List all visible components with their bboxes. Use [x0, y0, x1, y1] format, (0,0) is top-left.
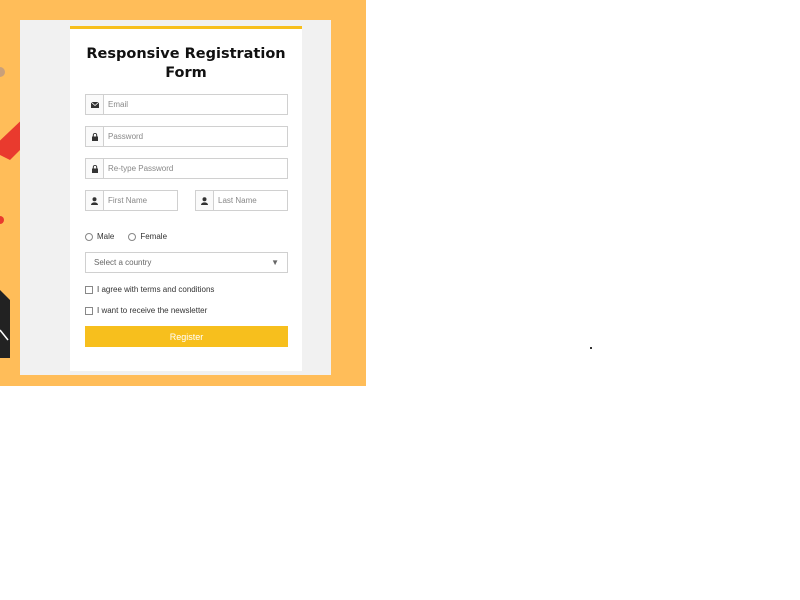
first-name-field-wrapper [85, 190, 178, 211]
newsletter-checkbox[interactable] [85, 306, 93, 315]
newsletter-checkbox-row[interactable]: I want to receive the newsletter [85, 306, 207, 315]
gender-option-female[interactable]: Female [128, 232, 167, 241]
form-title: Responsive Registration Form [86, 46, 286, 81]
last-name-field-wrapper [195, 190, 288, 211]
password-field-wrapper [85, 126, 288, 147]
user-icon [86, 191, 104, 210]
retype-password-field-wrapper [85, 158, 288, 179]
country-select-value: Select a country [94, 258, 152, 267]
first-name-input[interactable] [104, 191, 177, 210]
password-input[interactable] [104, 127, 287, 146]
terms-checkbox-row[interactable]: I agree with terms and conditions [85, 285, 214, 294]
stray-dot [590, 347, 592, 349]
male-label: Male [97, 232, 115, 241]
last-name-input[interactable] [214, 191, 287, 210]
envelope-icon [86, 95, 104, 114]
registration-form: Responsive Registration Form Email First… [70, 26, 302, 371]
gender-radio-group: Male Female [85, 232, 181, 241]
female-radio[interactable] [128, 232, 137, 241]
male-radio[interactable] [85, 232, 93, 241]
female-label: Female [140, 232, 168, 241]
register-button[interactable]: Register [85, 326, 288, 347]
retype-password-input[interactable] [104, 159, 287, 178]
gender-option-male[interactable]: Male [85, 232, 114, 241]
terms-label: I agree with terms and conditions [97, 285, 215, 294]
newsletter-label: I want to receive the newsletter [97, 306, 208, 315]
lock-icon [86, 127, 104, 146]
user-icon [196, 191, 214, 210]
country-select[interactable]: Select a country ▼ [85, 252, 288, 273]
terms-checkbox[interactable] [85, 285, 93, 294]
page-background: Responsive Registration Form Email First… [0, 0, 366, 386]
email-field-wrapper [85, 94, 288, 115]
email-input[interactable] [104, 95, 287, 114]
chevron-down-icon: ▼ [271, 258, 279, 267]
lock-icon [86, 159, 104, 178]
